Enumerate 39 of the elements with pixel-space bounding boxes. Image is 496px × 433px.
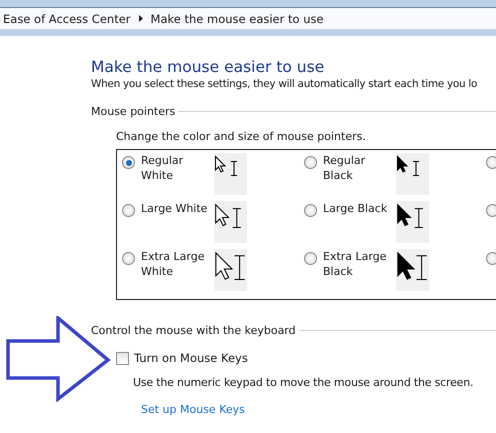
option-label: Extra Large White [141, 249, 206, 279]
radio-button[interactable] [486, 252, 496, 265]
pointer-arrow-icon [397, 203, 412, 226]
text-cursor-icon [412, 161, 420, 176]
chevron-right-icon [138, 15, 143, 22]
section-heading: Control the mouse with the keyboard [91, 324, 296, 337]
option-label: Large Black [323, 201, 388, 216]
option-label: Regular White [141, 153, 184, 183]
radio-button[interactable] [304, 252, 317, 265]
text-cursor-icon [234, 255, 246, 280]
option-description: Use the numeric keypad to move the mouse around the screen. [133, 376, 474, 389]
text-cursor-icon [414, 208, 424, 228]
option-label: Extra Large Black [323, 249, 388, 279]
radio-button[interactable] [486, 156, 496, 169]
pointer-arrow-icon [215, 155, 226, 173]
option-label: Regular Black [323, 153, 366, 183]
radio-button[interactable] [486, 204, 496, 217]
radio-button[interactable] [304, 204, 317, 217]
pointer-arrow-icon [215, 203, 230, 226]
section-heading: Mouse pointers [91, 105, 176, 118]
section-hint: Change the color and size of mouse pointers. [116, 130, 367, 143]
text-cursor-icon [230, 161, 238, 176]
checkbox-label[interactable]: Turn on Mouse Keys [134, 351, 248, 365]
breadcrumb-item[interactable]: Make the mouse easier to use [150, 12, 324, 26]
radio-button[interactable] [122, 252, 135, 265]
text-cursor-icon [416, 255, 428, 280]
page-title: Make the mouse easier to use [91, 58, 326, 76]
pointer-arrow-icon [397, 252, 416, 280]
breadcrumb-item[interactable]: Ease of Access Center [3, 12, 131, 26]
setup-link[interactable]: Set up Mouse Keys [141, 403, 245, 416]
option-label: Large White [141, 201, 208, 216]
text-cursor-icon [232, 208, 242, 228]
radio-button[interactable] [122, 204, 135, 217]
radio-button[interactable] [304, 156, 317, 169]
pointer-arrow-icon [215, 252, 234, 280]
checkbox[interactable] [116, 352, 129, 364]
pointer-arrow-icon [397, 155, 408, 173]
radio-button[interactable] [122, 156, 135, 169]
page-description: When you select these settings, they will automatically start each time you lo [91, 78, 478, 90]
